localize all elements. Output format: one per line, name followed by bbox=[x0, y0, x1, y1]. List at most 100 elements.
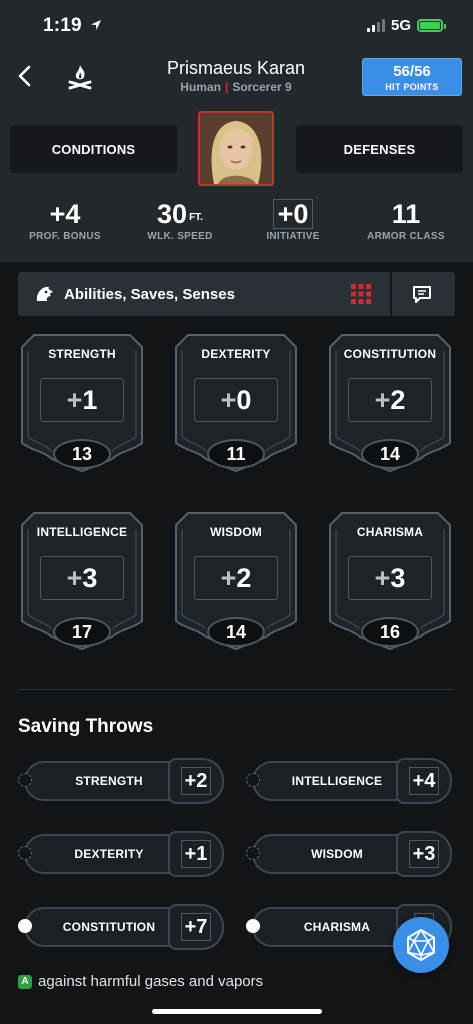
status-time: 1:19 bbox=[43, 15, 102, 37]
ability-modifier-sign: + bbox=[374, 384, 391, 415]
ability-modifier-value: 2 bbox=[236, 562, 252, 593]
ability-modifier-value: 3 bbox=[82, 562, 98, 593]
ability-name: STRENGTH bbox=[48, 347, 116, 361]
ability-modifier-value: 3 bbox=[390, 562, 406, 593]
proficiency-dot bbox=[246, 919, 260, 933]
ability-card-strength[interactable]: STRENGTH +1 13 bbox=[20, 333, 144, 473]
ability-card-constitution[interactable]: CONSTITUTION +2 14 bbox=[328, 333, 452, 473]
ability-score: 17 bbox=[53, 617, 111, 647]
grid-menu-icon[interactable] bbox=[351, 284, 371, 304]
ability-modifier: +2 bbox=[348, 378, 432, 422]
proficiency-dot bbox=[246, 773, 260, 787]
battery-icon bbox=[417, 19, 446, 32]
section-selector[interactable]: Abilities, Saves, Senses bbox=[18, 272, 455, 316]
save-bonus-value: +4 bbox=[408, 767, 440, 795]
character-portrait[interactable] bbox=[198, 111, 274, 186]
prof-bonus-label: PROF. BONUS bbox=[29, 231, 101, 242]
initiative[interactable]: +0 INITIATIVE bbox=[248, 199, 338, 242]
save-name: CONSTITUTION bbox=[62, 920, 156, 934]
saving-throw-dexterity[interactable]: DEXTERITY +1 bbox=[18, 829, 228, 879]
ability-modifier-sign: + bbox=[66, 562, 83, 593]
saving-throw-intelligence[interactable]: INTELLIGENCE +4 bbox=[246, 756, 456, 806]
ability-modifier: +2 bbox=[194, 556, 278, 600]
save-bonus: +4 bbox=[396, 758, 452, 804]
initiative-value[interactable]: +0 bbox=[272, 199, 314, 229]
proficiency-dot bbox=[18, 773, 32, 787]
ability-score: 14 bbox=[207, 617, 265, 647]
ability-name: CHARISMA bbox=[356, 525, 424, 539]
d20-icon bbox=[407, 929, 435, 961]
status-indicators: 5G bbox=[366, 17, 446, 34]
dice-roller-button[interactable] bbox=[393, 917, 449, 973]
hit-points-button[interactable]: 56/56 HIT POINTS bbox=[362, 58, 462, 96]
chat-bubble-icon[interactable] bbox=[412, 284, 432, 304]
ability-card-wisdom[interactable]: WISDOM +2 14 bbox=[174, 511, 298, 651]
ability-modifier: +0 bbox=[194, 378, 278, 422]
ability-name: DEXTERITY bbox=[201, 347, 271, 361]
proficiency-bonus: +4 PROF. BONUS bbox=[20, 199, 110, 242]
status-bar: 1:19 5G bbox=[0, 0, 473, 50]
save-name: WISDOM bbox=[311, 847, 363, 861]
advantage-badge-icon: A bbox=[18, 974, 32, 989]
save-bonus-value: +3 bbox=[408, 840, 440, 868]
initiative-label: INITIATIVE bbox=[266, 231, 320, 242]
saving-throw-constitution[interactable]: CONSTITUTION +7 bbox=[18, 902, 228, 952]
section-title: Abilities, Saves, Senses bbox=[64, 286, 235, 303]
section-divider bbox=[390, 272, 392, 316]
save-bonus: +7 bbox=[168, 904, 224, 950]
ability-score: 16 bbox=[361, 617, 419, 647]
ability-modifier-sign: + bbox=[220, 384, 237, 415]
character-class-level: Sorcerer 9 bbox=[232, 80, 292, 94]
character-race: Human bbox=[180, 80, 221, 94]
ability-card-intelligence[interactable]: INTELLIGENCE +3 17 bbox=[20, 511, 144, 651]
ability-name: INTELLIGENCE bbox=[36, 525, 128, 539]
save-bonus: +3 bbox=[396, 831, 452, 877]
save-name: CHARISMA bbox=[303, 920, 371, 934]
save-bonus-value: +1 bbox=[180, 840, 212, 868]
ability-name: WISDOM bbox=[210, 525, 262, 539]
ability-card-dexterity[interactable]: DEXTERITY +0 11 bbox=[174, 333, 298, 473]
location-arrow-icon bbox=[91, 20, 102, 30]
dragon-head-icon bbox=[36, 286, 53, 301]
save-bonus-value: +7 bbox=[180, 913, 212, 941]
speed-label: WLK. SPEED bbox=[147, 231, 213, 242]
ability-modifier-sign: + bbox=[66, 384, 83, 415]
save-name: INTELLIGENCE bbox=[291, 774, 383, 788]
armor-class[interactable]: 11 ARMOR CLASS bbox=[360, 199, 452, 242]
ability-modifier-value: 0 bbox=[236, 384, 252, 415]
ability-modifier: +1 bbox=[40, 378, 124, 422]
save-bonus: +2 bbox=[168, 758, 224, 804]
proficiency-dot bbox=[246, 846, 260, 860]
hit-points-label: HIT POINTS bbox=[385, 82, 439, 92]
advantage-note-text: against harmful gases and vapors bbox=[38, 973, 264, 990]
advantage-note: A against harmful gases and vapors bbox=[18, 973, 263, 990]
character-summary: Human | Sorcerer 9 bbox=[180, 80, 292, 94]
time-text: 1:19 bbox=[43, 15, 82, 36]
armor-class-value: 11 bbox=[391, 199, 421, 229]
save-bonus-value: +2 bbox=[180, 767, 212, 795]
armor-class-label: ARMOR CLASS bbox=[367, 231, 445, 242]
ability-modifier-sign: + bbox=[220, 562, 237, 593]
ability-modifier: +3 bbox=[348, 556, 432, 600]
back-chevron-icon[interactable] bbox=[12, 62, 40, 90]
proficiency-dot bbox=[18, 919, 32, 933]
saving-throws-heading: Saving Throws bbox=[18, 716, 154, 737]
section-divider-line bbox=[18, 689, 455, 690]
ability-card-charisma[interactable]: CHARISMA +3 16 bbox=[328, 511, 452, 651]
ability-modifier-sign: + bbox=[374, 562, 391, 593]
defenses-button[interactable]: DEFENSES bbox=[296, 125, 463, 173]
conditions-button[interactable]: CONDITIONS bbox=[10, 125, 177, 173]
saving-throw-wisdom[interactable]: WISDOM +3 bbox=[246, 829, 456, 879]
proficiency-dot bbox=[18, 846, 32, 860]
ability-modifier-value: 2 bbox=[390, 384, 406, 415]
signal-icon bbox=[366, 19, 385, 32]
save-name: DEXTERITY bbox=[74, 847, 144, 861]
hit-points-value: 56/56 bbox=[393, 63, 431, 80]
ability-modifier-value: 1 bbox=[82, 384, 98, 415]
saving-throw-strength[interactable]: STRENGTH +2 bbox=[18, 756, 228, 806]
character-name[interactable]: Prismaeus Karan bbox=[120, 58, 352, 79]
campfire-rest-icon[interactable] bbox=[66, 62, 94, 92]
network-label: 5G bbox=[390, 17, 411, 34]
home-indicator[interactable] bbox=[152, 1009, 322, 1014]
save-bonus: +1 bbox=[168, 831, 224, 877]
